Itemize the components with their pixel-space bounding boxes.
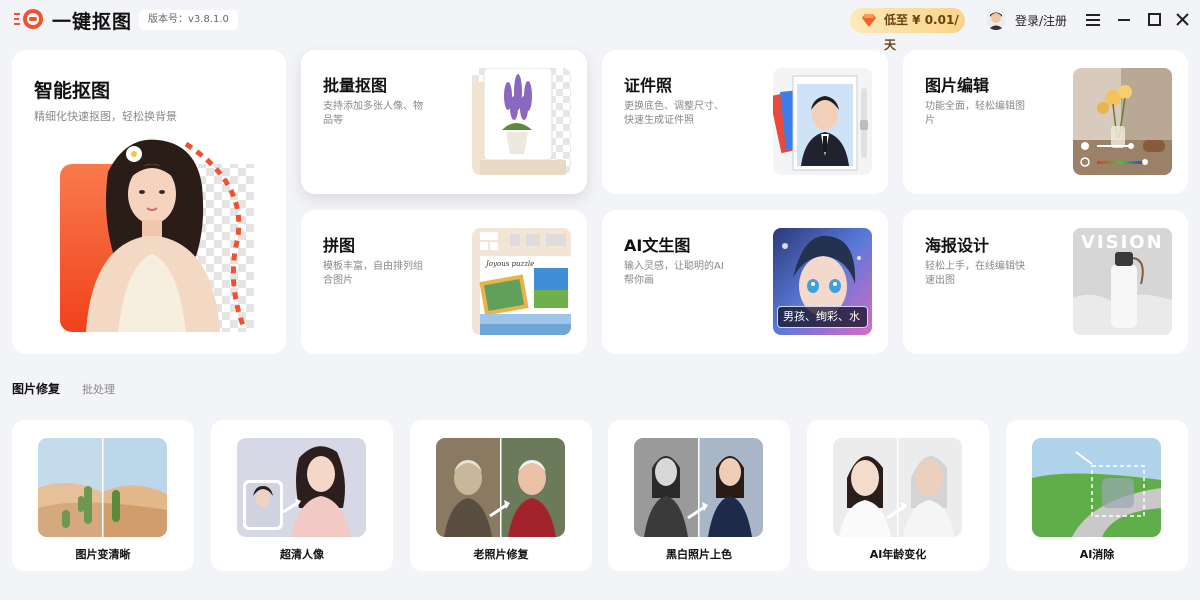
card-title: 海报设计 — [925, 236, 990, 255]
repair-label: AI消除 — [1079, 548, 1115, 561]
poster-design-card[interactable]: 海报设计 轻松上手，在线编辑快速出图 VISION — [903, 210, 1188, 354]
repair-label: 老照片修复 — [473, 548, 529, 561]
id-photo-card[interactable]: 证件照 更换底色、调整尺寸、快速生成证件照 — [602, 50, 888, 194]
login-register-link[interactable]: 登录/注册 — [1015, 12, 1067, 29]
image-edit-card[interactable]: 图片编辑 功能全面，轻松编辑图片 — [903, 50, 1188, 194]
portrait-cutout-illustration — [46, 136, 256, 332]
promo-label: 低至 ¥ 0.01/天 — [884, 13, 959, 52]
poster-thumbnail: VISION — [1073, 228, 1172, 335]
user-avatar[interactable] — [986, 10, 1006, 30]
ai-art-thumbnail: 男孩、绚彩、水 — [773, 228, 872, 335]
card-title: 智能抠图 — [34, 80, 111, 102]
old-photo-repair-card[interactable]: 老照片修复 — [410, 420, 592, 571]
ai-erase-card[interactable]: AI消除 — [1006, 420, 1188, 571]
tab-batch[interactable]: 批处理 — [82, 381, 115, 397]
card-title: 图片编辑 — [925, 76, 990, 95]
card-title: 拼图 — [323, 236, 356, 255]
colorize-thumbnail — [634, 438, 763, 537]
batch-thumbnail — [472, 68, 571, 175]
image-edit-thumbnail — [1073, 68, 1172, 175]
card-desc: 输入灵感，让聪明的AI帮你画 — [624, 261, 724, 286]
smart-cutout-card[interactable]: 智能抠图 精细化快速抠图，轻松换背景 — [12, 50, 286, 354]
collage-card[interactable]: 拼图 模板丰富，自由排列组合图片 Joyous puzzle — [301, 210, 587, 354]
card-desc: 支持添加多张人像、物品等 — [323, 101, 423, 126]
card-desc: 更换底色、调整尺寸、快速生成证件照 — [624, 101, 724, 126]
minimize-icon[interactable] — [1114, 10, 1134, 30]
card-title: AI文生图 — [624, 236, 691, 255]
ai-age-change-card[interactable]: AI年龄变化 — [807, 420, 989, 571]
repair-label: 黑白照片上色 — [666, 548, 732, 561]
erase-thumbnail — [1032, 438, 1161, 537]
close-icon[interactable] — [1172, 10, 1192, 30]
ai-text-to-image-card[interactable]: AI文生图 输入灵感，让聪明的AI帮你画 男孩、绚彩、水 — [602, 210, 888, 354]
repair-label: AI年龄变化 — [869, 548, 927, 561]
card-title: 证件照 — [624, 76, 673, 95]
diamond-icon — [862, 14, 876, 27]
poster-text: VISION — [1081, 232, 1164, 253]
repair-label: 图片变清晰 — [75, 548, 131, 561]
card-desc: 轻松上手，在线编辑快速出图 — [925, 261, 1025, 286]
card-desc: 功能全面，轻松编辑图片 — [925, 101, 1025, 126]
card-desc: 精细化快速抠图，轻松换背景 — [34, 110, 177, 123]
card-title: 批量抠图 — [323, 76, 388, 95]
version-badge: 版本号：v3.8.1.0 — [139, 10, 238, 30]
old-photo-thumbnail — [436, 438, 565, 537]
collage-thumbnail: Joyous puzzle — [472, 228, 571, 335]
tab-image-repair[interactable]: 图片修复 — [12, 380, 60, 397]
title-bar: 一键抠图 版本号：v3.8.1.0 低至 ¥ 0.01/天 登录/注册 — [0, 0, 1200, 52]
menu-icon[interactable] — [1083, 10, 1103, 30]
desert-thumbnail — [38, 438, 167, 537]
card-desc: 模板丰富，自由排列组合图片 — [323, 261, 423, 286]
app-title: 一键抠图 — [52, 11, 133, 33]
maximize-icon[interactable] — [1144, 10, 1164, 30]
hd-portrait-card[interactable]: 超清人像 — [211, 420, 393, 571]
repair-label: 超清人像 — [280, 548, 324, 561]
vip-promo-button[interactable]: 低至 ¥ 0.01/天 — [850, 8, 965, 52]
batch-cutout-card[interactable]: 批量抠图 支持添加多张人像、物品等 — [301, 50, 587, 194]
colorize-bw-card[interactable]: 黑白照片上色 — [608, 420, 790, 571]
age-change-thumbnail — [833, 438, 962, 537]
app-logo-icon — [14, 8, 44, 30]
hd-portrait-thumbnail — [237, 438, 366, 537]
id-photo-thumbnail — [773, 68, 872, 175]
enhance-clarity-card[interactable]: 图片变清晰 — [12, 420, 194, 571]
prompt-example: 男孩、绚彩、水 — [777, 306, 868, 328]
collage-caption: Joyous puzzle — [486, 260, 535, 268]
